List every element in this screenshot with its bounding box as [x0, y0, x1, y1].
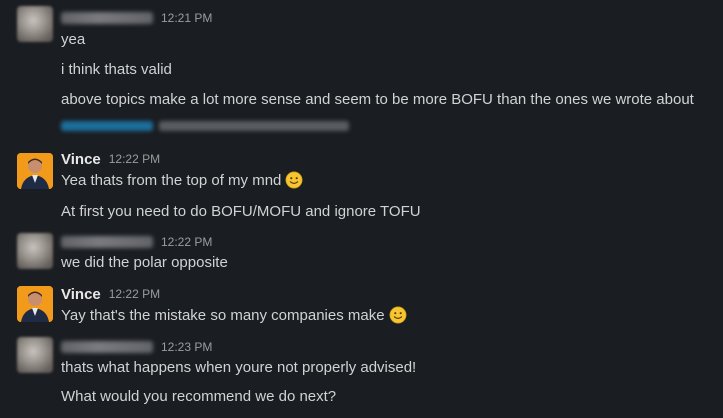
avatar[interactable]: [17, 337, 53, 373]
redacted-text: [159, 121, 349, 131]
timestamp[interactable]: 12:22 PM: [109, 152, 160, 166]
person-portrait-icon: [17, 286, 53, 322]
message-header: Vince 12:22 PM: [61, 284, 160, 304]
blurred-link-line[interactable]: [61, 121, 349, 131]
author-name-redacted[interactable]: [61, 12, 153, 24]
timestamp[interactable]: 12:22 PM: [161, 235, 212, 249]
message-header: Vince 12:22 PM: [61, 149, 160, 169]
message-group: Vince 12:22 PM Yay that's the mistake so…: [0, 282, 723, 334]
author-name-redacted[interactable]: [61, 236, 153, 248]
avatar[interactable]: [17, 6, 53, 42]
message-group: 12:21 PM yea i think thats valid above t…: [0, 0, 723, 145]
message-text: i think thats valid: [61, 61, 172, 78]
avatar[interactable]: [17, 286, 53, 322]
message-group: 12:23 PM thats what happens when youre n…: [0, 334, 723, 418]
timestamp[interactable]: 12:23 PM: [161, 340, 212, 354]
avatar[interactable]: [17, 153, 53, 189]
message-text-content: Yea thats from the top of my mnd: [61, 171, 282, 189]
author-name-redacted[interactable]: [61, 341, 153, 353]
message-header: 12:22 PM: [61, 232, 212, 252]
message-header: 12:21 PM: [61, 8, 212, 28]
avatar[interactable]: [17, 233, 53, 269]
author-name[interactable]: Vince: [61, 286, 101, 303]
redacted-link[interactable]: [61, 121, 153, 131]
message-text: At first you need to do BOFU/MOFU and ig…: [61, 203, 421, 220]
author-name[interactable]: Vince: [61, 151, 101, 168]
message-text: yea: [61, 31, 86, 48]
slightly-smiling-face-icon: [285, 171, 303, 189]
message-group: Vince 12:22 PM Yea thats from the top of…: [0, 148, 723, 228]
message-text: above topics make a lot more sense and s…: [61, 91, 694, 108]
message-text: What would you recommend we do next?: [61, 388, 337, 405]
message-text: Yay that's the mistake so many companies…: [61, 306, 407, 324]
message-text: Yea thats from the top of my mnd: [61, 171, 303, 189]
message-text-content: Yay that's the mistake so many companies…: [61, 306, 385, 324]
message-group: 12:22 PM we did the polar opposite: [0, 230, 723, 278]
person-portrait-icon: [17, 153, 53, 189]
timestamp[interactable]: 12:21 PM: [161, 11, 212, 25]
message-text: we did the polar opposite: [61, 254, 228, 271]
message-text: thats what happens when youre not proper…: [61, 359, 417, 376]
message-header: 12:23 PM: [61, 337, 212, 357]
timestamp[interactable]: 12:22 PM: [109, 287, 160, 301]
slightly-smiling-face-icon: [389, 306, 407, 324]
